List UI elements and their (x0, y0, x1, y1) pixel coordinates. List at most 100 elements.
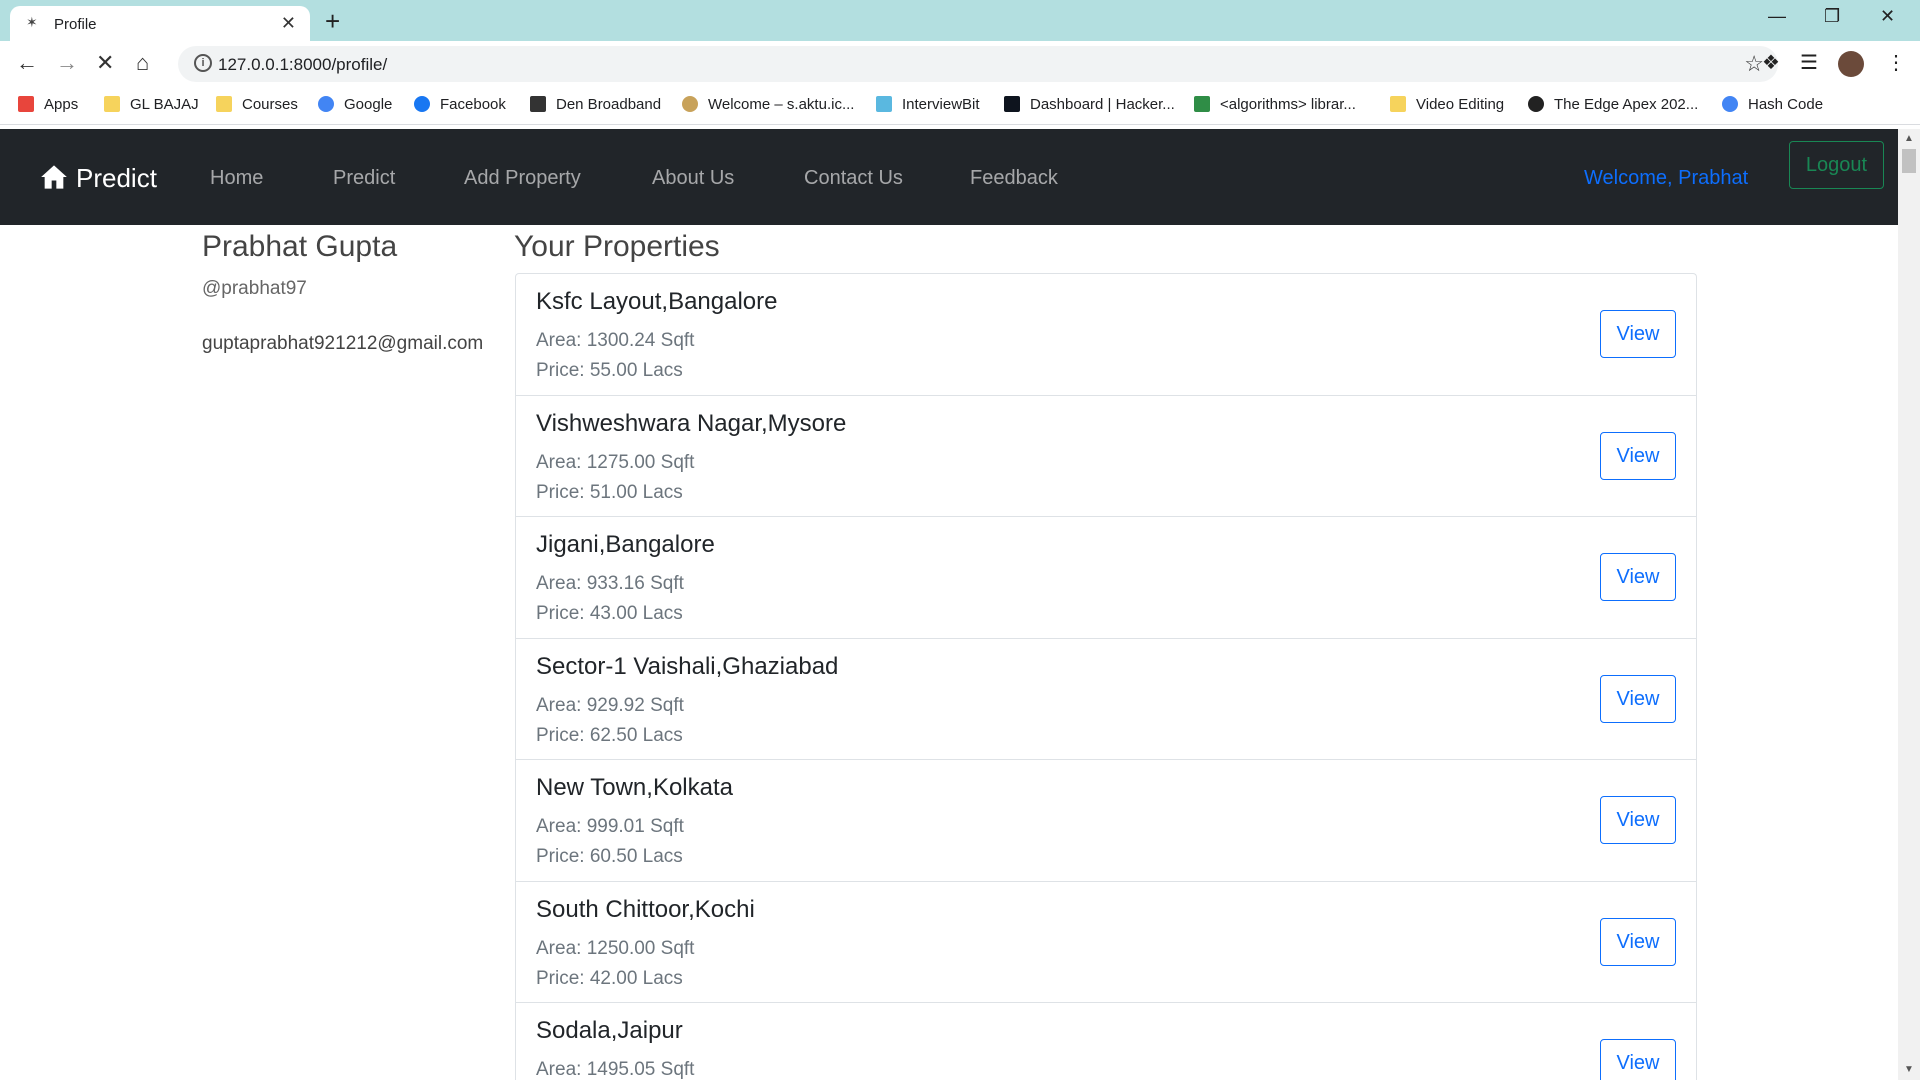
new-tab-button[interactable]: + (325, 6, 340, 37)
minimize-window-icon[interactable]: — (1768, 6, 1786, 27)
bookmark-hackerrank[interactable]: Dashboard | Hacker... (1004, 96, 1175, 113)
bookmark-gl-bajaj[interactable]: GL BAJAJ (104, 96, 199, 113)
property-area: Area: 1250.00 Sqft (536, 937, 695, 959)
address-bar[interactable]: i 127.0.0.1:8000/profile/ ☆ (178, 46, 1778, 82)
bookmark-video-editing[interactable]: Video Editing (1390, 96, 1504, 113)
property-price: Price: 62.50 Lacs (536, 724, 683, 746)
scrollbar-thumb[interactable] (1902, 149, 1916, 173)
profile-name: Prabhat Gupta (202, 230, 398, 263)
nav-home[interactable]: Home (210, 167, 263, 190)
bookmark-apps[interactable]: Apps (18, 96, 78, 113)
bookmark-interviewbit[interactable]: InterviewBit (876, 96, 980, 113)
property-title: Jigani,Bangalore (536, 531, 715, 558)
forward-arrow-icon[interactable]: → (56, 50, 78, 76)
view-button[interactable]: View (1600, 796, 1676, 844)
properties-heading: Your Properties (514, 230, 720, 263)
bookmark-edge-apex[interactable]: The Edge Apex 202... (1528, 96, 1698, 113)
apps-grid-icon (18, 96, 34, 112)
close-tab-icon[interactable]: ✕ (281, 13, 296, 34)
view-button[interactable]: View (1600, 917, 1676, 966)
property-item: South Chittoor,Kochi Area: 1250.00 Sqft … (516, 882, 1696, 1003)
bookmark-aktu[interactable]: Welcome – s.aktu.ic... (682, 96, 854, 113)
property-price: Price: 42.00 Lacs (536, 967, 683, 989)
site-info-icon[interactable]: i (194, 54, 212, 72)
globe-icon (1528, 96, 1544, 112)
house-icon (41, 165, 67, 189)
facebook-icon (414, 96, 430, 112)
url-text[interactable]: 127.0.0.1:8000/profile/ (218, 55, 387, 75)
google-icon (318, 96, 334, 112)
aktu-icon (682, 96, 698, 112)
home-icon[interactable]: ⌂ (136, 50, 149, 76)
property-title: Ksfc Layout,Bangalore (536, 288, 778, 315)
media-queue-icon[interactable]: ☰ (1800, 50, 1818, 75)
property-area: Area: 999.01 Sqft (536, 816, 684, 837)
property-item: Sodala,Jaipur Area: 1495.05 Sqft View (516, 1003, 1696, 1080)
loading-favicon-icon: ✶ (26, 14, 38, 30)
bookmark-courses[interactable]: Courses (216, 96, 298, 113)
page-scrollbar[interactable]: ▲ ▼ (1898, 129, 1920, 1080)
property-title: Vishweshwara Nagar,Mysore (536, 409, 847, 437)
browser-tabstrip: ✶ Profile ✕ + — ❐ ✕ (0, 0, 1920, 41)
bookmark-hash-code[interactable]: Hash Code (1722, 96, 1823, 113)
interviewbit-icon (876, 96, 892, 112)
bookmarks-bar: Apps GL BAJAJ Courses Google Facebook De… (0, 87, 1920, 125)
bookmark-google[interactable]: Google (318, 96, 392, 113)
property-item: New Town,Kolkata Area: 999.01 Sqft Price… (516, 760, 1696, 882)
nav-contact-us[interactable]: Contact Us (804, 167, 903, 190)
view-button[interactable]: View (1600, 431, 1676, 480)
property-list: Ksfc Layout,Bangalore Area: 1300.24 Sqft… (515, 273, 1697, 1080)
view-button[interactable]: View (1600, 674, 1676, 723)
profile-handle: @prabhat97 (202, 278, 307, 299)
hackerrank-icon (1004, 96, 1020, 112)
property-price: Price: 51.00 Lacs (536, 481, 683, 503)
restore-window-icon[interactable]: ❐ (1824, 6, 1840, 27)
bookmark-facebook[interactable]: Facebook (414, 96, 506, 113)
scroll-down-arrow-icon[interactable]: ▼ (1904, 1064, 1914, 1075)
nav-about-us[interactable]: About Us (652, 167, 734, 190)
browser-toolbar: ← → ✕ ⌂ i 127.0.0.1:8000/profile/ ☆ ❖ ☰ … (0, 41, 1920, 87)
nav-add-property[interactable]: Add Property (464, 167, 581, 190)
profile-email: guptaprabhat921212@gmail.com (202, 333, 484, 354)
property-item: Jigani,Bangalore Area: 933.16 Sqft Price… (516, 517, 1696, 639)
property-area: Area: 1495.05 Sqft (536, 1059, 695, 1080)
property-price: Price: 55.00 Lacs (536, 360, 683, 381)
google-icon (1722, 96, 1738, 112)
logout-button[interactable]: Logout (1789, 141, 1884, 189)
welcome-user-link[interactable]: Welcome, Prabhat (1584, 167, 1748, 190)
view-button[interactable]: View (1600, 553, 1676, 601)
kebab-menu-icon[interactable]: ⋮ (1886, 50, 1906, 75)
stop-loading-icon[interactable]: ✕ (96, 50, 114, 76)
close-window-icon[interactable]: ✕ (1880, 6, 1895, 27)
brand-link[interactable]: Predict (40, 163, 157, 194)
profile-avatar[interactable] (1838, 51, 1864, 77)
folder-icon (1390, 96, 1406, 112)
browser-tab[interactable]: ✶ Profile ✕ (10, 6, 310, 41)
extensions-puzzle-icon[interactable]: ❖ (1762, 50, 1780, 75)
property-title: Sodala,Jaipur (536, 1017, 683, 1044)
den-icon (530, 96, 546, 112)
property-item: Sector-1 Vaishali,Ghaziabad Area: 929.92… (516, 639, 1696, 760)
nav-feedback[interactable]: Feedback (970, 167, 1058, 190)
property-area: Area: 1300.24 Sqft (536, 330, 695, 351)
nav-predict[interactable]: Predict (333, 167, 395, 190)
property-item: Vishweshwara Nagar,Mysore Area: 1275.00 … (516, 396, 1696, 517)
property-price: Price: 60.50 Lacs (536, 846, 683, 867)
property-title: Sector-1 Vaishali,Ghaziabad (536, 652, 839, 680)
scroll-up-arrow-icon[interactable]: ▲ (1904, 133, 1914, 144)
property-price: Price: 43.00 Lacs (536, 603, 683, 624)
folder-icon (104, 96, 120, 112)
property-title: New Town,Kolkata (536, 774, 733, 801)
folder-icon (216, 96, 232, 112)
property-area: Area: 929.92 Sqft (536, 694, 684, 716)
property-item: Ksfc Layout,Bangalore Area: 1300.24 Sqft… (516, 274, 1696, 396)
property-area: Area: 1275.00 Sqft (536, 451, 695, 473)
view-button[interactable]: View (1600, 310, 1676, 358)
bookmark-den-broadband[interactable]: Den Broadband (530, 96, 661, 113)
tab-title: Profile (54, 16, 97, 33)
bookmark-gfg[interactable]: <algorithms> librar... (1194, 96, 1356, 113)
property-area: Area: 933.16 Sqft (536, 573, 684, 594)
property-title: South Chittoor,Kochi (536, 895, 755, 923)
back-arrow-icon[interactable]: ← (16, 50, 38, 76)
view-button[interactable]: View (1600, 1039, 1676, 1080)
